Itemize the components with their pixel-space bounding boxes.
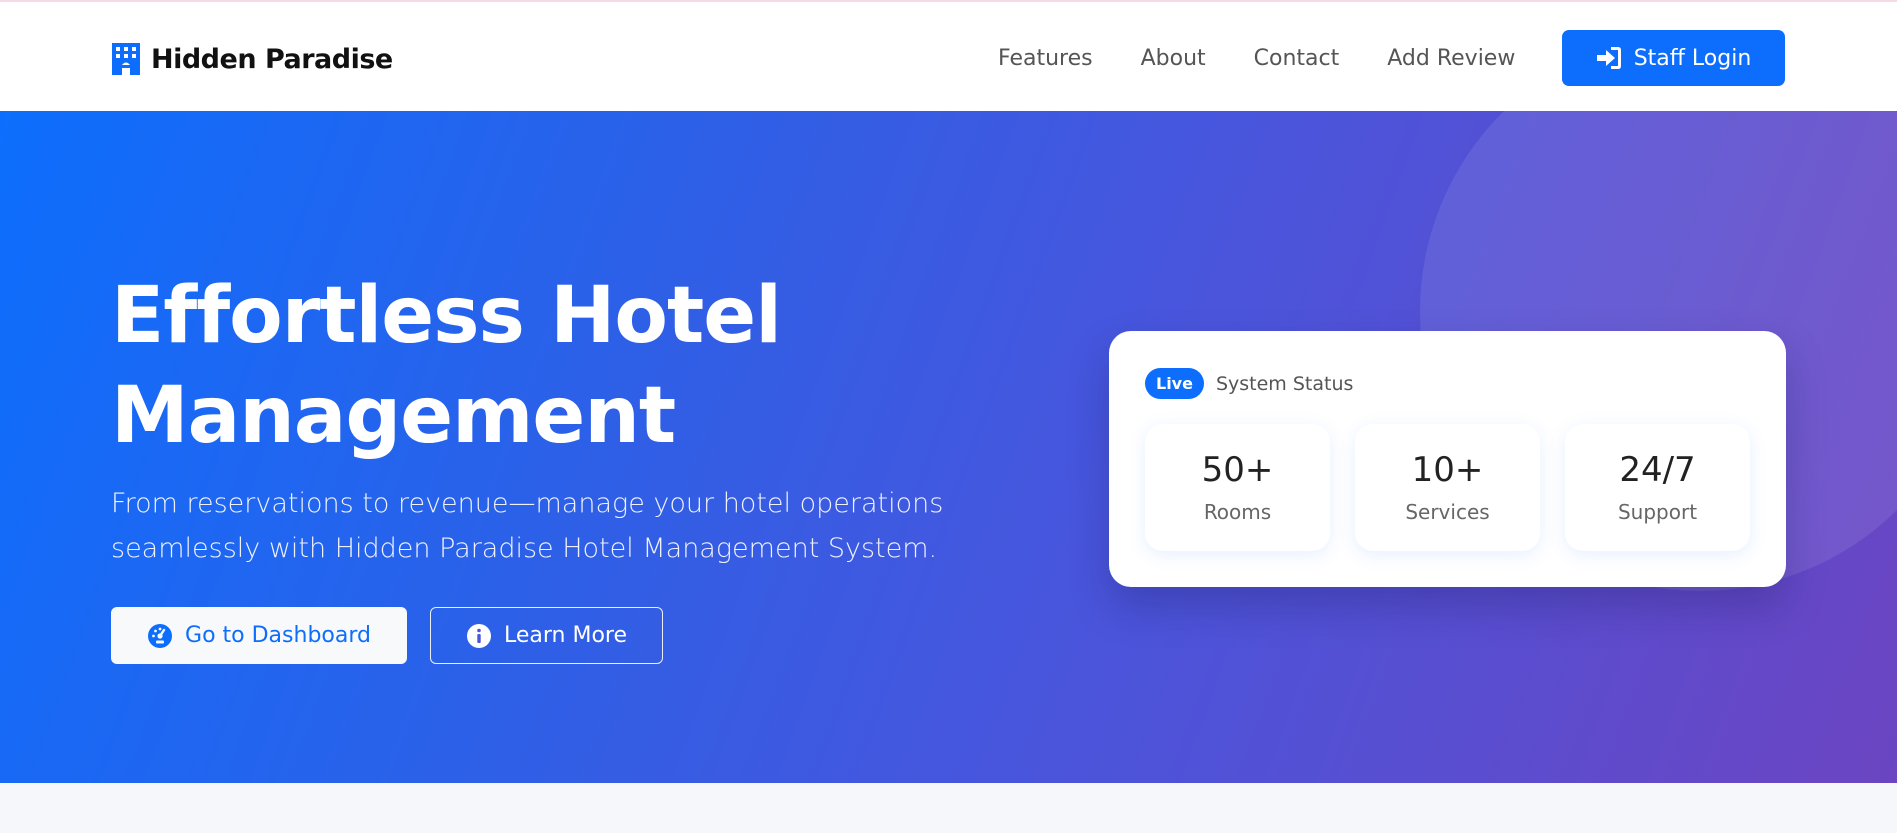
status-header: Live System Status xyxy=(1145,368,1353,399)
hero-title: Effortless Hotel Management xyxy=(111,271,782,461)
nav-link-contact[interactable]: Contact xyxy=(1254,42,1340,76)
brand-name: Hidden Paradise xyxy=(151,43,393,75)
brand[interactable]: Hidden Paradise xyxy=(111,40,393,78)
stat-support: 24/7 Support xyxy=(1565,424,1750,551)
stat-value: 50+ xyxy=(1201,450,1274,490)
stat-value: 10+ xyxy=(1411,450,1484,490)
staff-login-label: Staff Login xyxy=(1633,45,1752,71)
learn-more-label: Learn More xyxy=(503,623,628,648)
system-status-card: Live System Status 50+ Rooms 10+ Service… xyxy=(1109,331,1786,587)
hero-section: Effortless Hotel Management From reserva… xyxy=(0,111,1897,783)
info-circle-icon xyxy=(466,623,491,648)
stat-label: Support xyxy=(1617,500,1698,524)
learn-more-button[interactable]: Learn More xyxy=(430,607,663,664)
sign-in-icon xyxy=(1596,47,1621,69)
navbar: Hidden Paradise Features About Contact A… xyxy=(0,0,1897,111)
nav-link-add-review[interactable]: Add Review xyxy=(1387,42,1515,76)
nav-link-features[interactable]: Features xyxy=(998,42,1093,76)
stat-label: Services xyxy=(1405,500,1490,524)
stat-label: Rooms xyxy=(1203,500,1272,524)
next-section xyxy=(0,783,1897,833)
status-label: System Status xyxy=(1215,372,1354,395)
go-to-dashboard-button[interactable]: Go to Dashboard xyxy=(111,607,407,664)
stat-value: 24/7 xyxy=(1619,450,1696,490)
staff-login-button[interactable]: Staff Login xyxy=(1562,30,1785,86)
stat-services: 10+ Services xyxy=(1355,424,1540,551)
speedometer-icon xyxy=(148,623,173,648)
nav-links: Features About Contact Add Review xyxy=(998,42,1515,76)
nav-link-about[interactable]: About xyxy=(1141,42,1206,76)
stat-rooms: 50+ Rooms xyxy=(1145,424,1330,551)
live-badge: Live xyxy=(1145,368,1204,399)
go-to-dashboard-label: Go to Dashboard xyxy=(185,623,371,648)
hero-subtitle: From reservations to revenue—manage your… xyxy=(111,488,944,564)
building-icon xyxy=(112,43,140,75)
